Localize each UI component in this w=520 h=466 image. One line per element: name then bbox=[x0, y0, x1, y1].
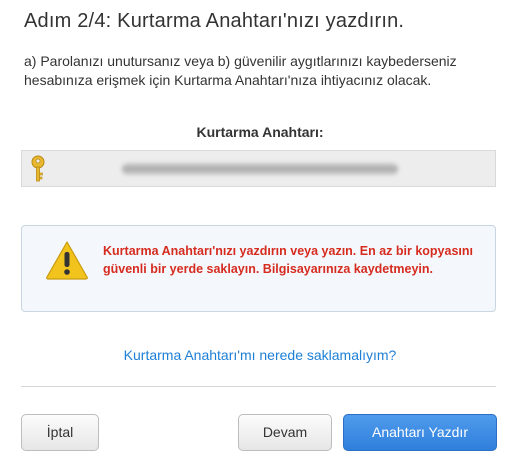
cancel-button[interactable]: İptal bbox=[21, 414, 99, 451]
page-title: Adım 2/4: Kurtarma Anahtarı'nızı yazdırı… bbox=[24, 10, 405, 32]
page-description: a) Parolanızı unutursanız veya b) güveni… bbox=[24, 53, 457, 88]
warning-triangle-icon bbox=[46, 241, 88, 280]
print-key-button[interactable]: Anahtarı Yazdır bbox=[343, 414, 497, 451]
key-icon bbox=[31, 155, 45, 182]
divider bbox=[21, 386, 496, 387]
warning-box: Kurtarma Anahtarı'nızı yazdırın veya yaz… bbox=[21, 225, 496, 312]
recovery-key-field bbox=[21, 150, 496, 187]
recovery-key-label: Kurtarma Anahtarı: bbox=[196, 124, 324, 140]
recovery-key-value-obscured bbox=[122, 163, 398, 175]
where-to-store-key-link[interactable]: Kurtarma Anahtarı'mı nerede saklamalıyım… bbox=[0, 347, 520, 363]
continue-button[interactable]: Devam bbox=[238, 414, 332, 451]
warning-message: Kurtarma Anahtarı'nızı yazdırın veya yaz… bbox=[103, 244, 473, 276]
